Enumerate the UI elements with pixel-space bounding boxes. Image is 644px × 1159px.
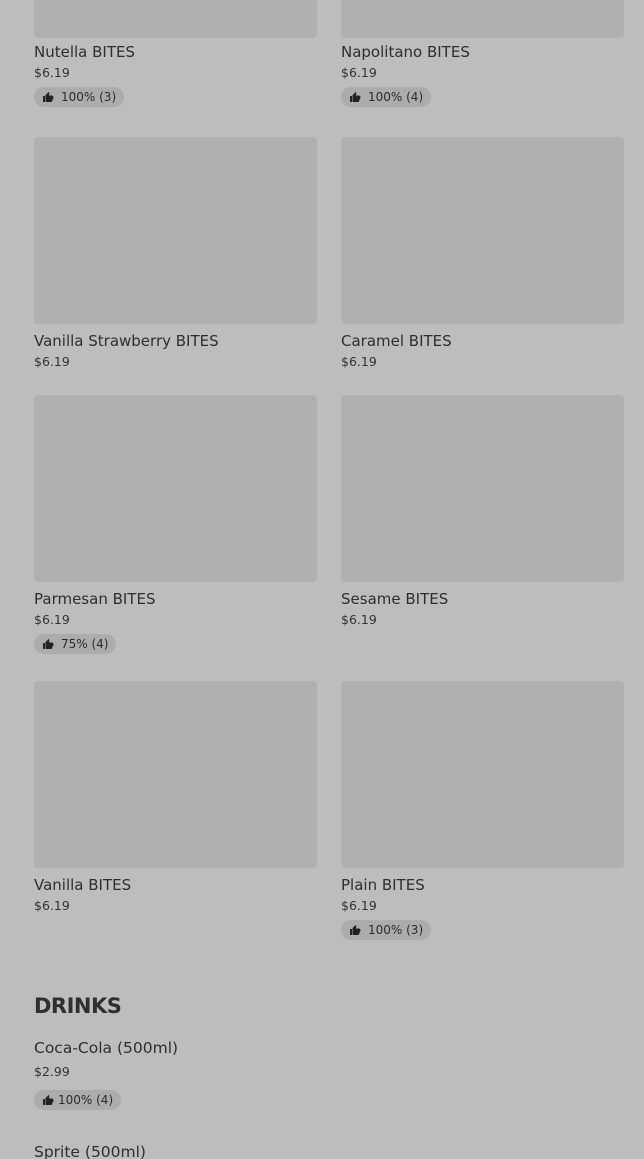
rating-badge: 100% (4) [341, 87, 432, 107]
product-card-napolitano[interactable]: Napolitano BITES $6.19 100% (4) [341, 0, 624, 107]
product-price: $6.19 [34, 898, 70, 913]
product-card-vanilla[interactable]: Vanilla BITES $6.19 [34, 681, 317, 913]
rating-badge: 100% (4) [34, 1090, 122, 1110]
product-price: $6.19 [34, 612, 70, 627]
section-title-drinks: DRINKS [34, 994, 122, 1018]
product-price: $6.19 [341, 612, 377, 627]
rating-text: 100% (4) [58, 1093, 114, 1107]
drink-price: $2.99 [34, 1064, 70, 1079]
product-price: $6.19 [34, 65, 70, 80]
product-name: Caramel BITES [341, 332, 452, 350]
product-name: Sesame BITES [341, 590, 449, 608]
rating-badge: 100% (3) [341, 920, 432, 940]
menu-page: Nutella BITES $6.19 100% (3) Napolitano … [0, 0, 644, 1159]
product-image[interactable] [341, 137, 624, 324]
thumbs-up-icon [43, 1095, 54, 1105]
product-image[interactable] [34, 0, 317, 38]
drink-name: Coca-Cola (500ml) [34, 1039, 179, 1057]
rating-text: 100% (3) [368, 923, 424, 937]
product-card-sesame[interactable]: Sesame BITES $6.19 [341, 395, 624, 627]
rating-badge: 100% (3) [34, 87, 125, 107]
product-name: Parmesan BITES [34, 590, 156, 608]
product-image[interactable] [341, 395, 624, 582]
product-price: $6.19 [341, 65, 377, 80]
rating-badge: 75% (4) [34, 634, 117, 654]
rating-text: 75% (4) [61, 637, 109, 651]
thumbs-up-icon [350, 92, 361, 102]
thumbs-up-icon [350, 925, 361, 935]
product-card-vanilla-strawberry[interactable]: Vanilla Strawberry BITES $6.19 [34, 137, 317, 369]
product-image[interactable] [34, 395, 317, 582]
rating-text: 100% (4) [368, 90, 424, 104]
thumbs-up-icon [43, 639, 54, 649]
product-name: Plain BITES [341, 876, 425, 894]
product-name: Vanilla BITES [34, 876, 132, 894]
product-image[interactable] [341, 0, 624, 38]
product-image[interactable] [341, 681, 624, 868]
product-price: $6.19 [341, 898, 377, 913]
drink-item-coca-cola[interactable]: Coca-Cola (500ml) $2.99 100% (4) [34, 1039, 178, 1110]
product-image[interactable] [34, 137, 317, 324]
product-name: Nutella BITES [34, 43, 136, 61]
product-card-nutella[interactable]: Nutella BITES $6.19 100% (3) [34, 0, 317, 107]
drink-item-sprite[interactable]: Sprite (500ml) [34, 1143, 146, 1159]
product-name: Vanilla Strawberry BITES [34, 332, 219, 350]
product-image[interactable] [34, 681, 317, 868]
product-card-plain[interactable]: Plain BITES $6.19 100% (3) [341, 681, 624, 940]
product-card-parmesan[interactable]: Parmesan BITES $6.19 75% (4) [34, 395, 317, 654]
thumbs-up-icon [43, 92, 54, 102]
drink-name: Sprite (500ml) [34, 1143, 146, 1159]
product-price: $6.19 [341, 354, 377, 369]
rating-text: 100% (3) [61, 90, 117, 104]
product-price: $6.19 [34, 354, 70, 369]
product-name: Napolitano BITES [341, 43, 470, 61]
product-card-caramel[interactable]: Caramel BITES $6.19 [341, 137, 624, 369]
